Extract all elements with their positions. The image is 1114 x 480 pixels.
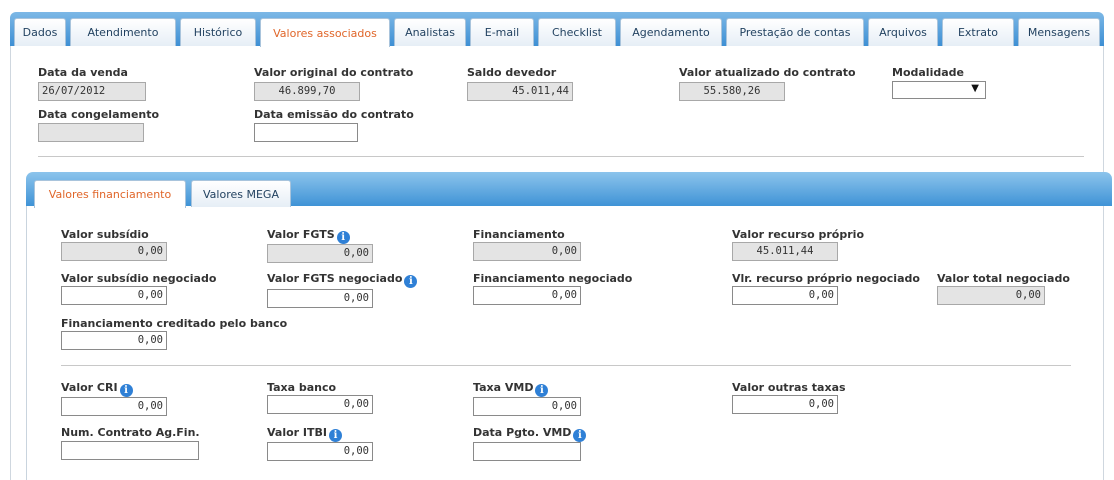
- valor-outras-taxas-input[interactable]: 0,00: [732, 395, 838, 414]
- valor-original-field: 46.899,70: [254, 82, 360, 101]
- tab-prestacao-de-contas[interactable]: Prestação de contas: [726, 18, 864, 46]
- valor-fgts-label-text: Valor FGTS: [267, 228, 335, 241]
- data-pgto-vmd-label: Data Pgto. VMD i: [473, 426, 587, 442]
- subtab-valores-financiamento[interactable]: Valores financiamento: [34, 180, 186, 208]
- tab-agendamento[interactable]: Agendamento: [620, 18, 722, 46]
- financiamento-negociado-input[interactable]: 0,00: [473, 286, 581, 305]
- financiamento-divider: [61, 365, 1071, 366]
- valor-fgts-negociado-input[interactable]: 0,00: [267, 289, 373, 308]
- num-contrato-label: Num. Contrato Ag.Fin.: [61, 426, 200, 439]
- valor-subsidio-field: 0,00: [61, 242, 167, 261]
- data-congelamento-field: [38, 123, 144, 142]
- num-contrato-input[interactable]: [61, 441, 199, 460]
- data-pgto-vmd-label-text: Data Pgto. VMD: [473, 426, 572, 439]
- financiamento-label: Financiamento: [473, 228, 565, 241]
- info-circle-icon[interactable]: i: [329, 429, 342, 442]
- data-venda-label: Data da venda: [38, 66, 128, 79]
- data-emissao-input[interactable]: [254, 123, 358, 142]
- subtab-valores-mega[interactable]: Valores MEGA: [191, 180, 291, 207]
- modalidade-select[interactable]: ▼: [892, 81, 986, 99]
- info-circle-icon[interactable]: i: [535, 384, 549, 397]
- valor-total-negociado-label: Valor total negociado: [937, 272, 1070, 285]
- saldo-devedor-field: 45.011,44: [467, 82, 573, 101]
- info-circle-icon[interactable]: i: [119, 384, 133, 397]
- valor-subsidio-negociado-label: Valor subsídio negociado: [61, 272, 217, 285]
- info-circle-icon[interactable]: i: [336, 231, 350, 244]
- valor-itbi-input[interactable]: 0,00: [267, 442, 373, 461]
- tab-historico[interactable]: Histórico: [180, 18, 256, 46]
- tab-checklist[interactable]: Checklist: [538, 18, 616, 46]
- tab-analistas[interactable]: Analistas: [394, 18, 466, 46]
- data-venda-field: 26/07/2012: [38, 82, 146, 101]
- saldo-devedor-label: Saldo devedor: [467, 66, 557, 79]
- tab-mensagens[interactable]: Mensagens: [1018, 18, 1100, 46]
- tab-atendimento[interactable]: Atendimento: [70, 18, 176, 46]
- taxa-vmd-input[interactable]: 0,00: [473, 397, 581, 416]
- triangle-down-icon: ▼: [971, 83, 979, 94]
- sub-tab-bar: [26, 172, 1112, 206]
- valor-fgts-field: 0,00: [267, 244, 373, 263]
- valor-fgts-negociado-label-text: Valor FGTS negociado: [267, 272, 403, 285]
- tab-valores-associados[interactable]: Valores associados: [260, 18, 390, 47]
- taxa-banco-input[interactable]: 0,00: [267, 395, 373, 414]
- valor-atualizado-field: 55.580,26: [679, 82, 785, 101]
- valor-subsidio-label: Valor subsídio: [61, 228, 149, 241]
- financiamento-negociado-label: Financiamento negociado: [473, 272, 633, 285]
- taxa-banco-label: Taxa banco: [267, 381, 337, 394]
- valor-itbi-label: Valor ITBI i: [267, 426, 342, 442]
- taxa-vmd-label: Taxa VMD i: [473, 381, 549, 397]
- tab-dados[interactable]: Dados: [14, 18, 66, 46]
- valor-outras-taxas-label: Valor outras taxas: [732, 381, 846, 394]
- valor-recurso-proprio-field: 45.011,44: [732, 242, 838, 261]
- valor-cri-label: Valor CRI i: [61, 381, 133, 397]
- valor-fgts-label: Valor FGTS i: [267, 228, 350, 244]
- valor-recurso-proprio-label: Valor recurso próprio: [732, 228, 864, 241]
- valor-cri-input[interactable]: 0,00: [61, 397, 167, 416]
- valor-fgts-negociado-label: Valor FGTS negociado i: [267, 272, 418, 288]
- tab-email[interactable]: E-mail: [470, 18, 534, 46]
- valor-total-negociado-field: 0,00: [937, 286, 1045, 305]
- data-congelamento-label: Data congelamento: [38, 108, 160, 121]
- financiamento-creditado-label: Financiamento creditado pelo banco: [61, 317, 288, 330]
- vlr-recurso-proprio-negociado-input[interactable]: 0,00: [732, 286, 838, 305]
- info-circle-icon[interactable]: i: [573, 429, 587, 442]
- data-emissao-label: Data emissão do contrato: [254, 108, 414, 121]
- header-divider: [38, 156, 1084, 157]
- data-pgto-vmd-input[interactable]: [473, 442, 581, 461]
- valor-original-label: Valor original do contrato: [254, 66, 414, 79]
- valor-subsidio-negociado-input[interactable]: 0,00: [61, 286, 167, 305]
- valor-cri-label-text: Valor CRI: [61, 381, 118, 394]
- info-circle-icon[interactable]: i: [404, 275, 418, 288]
- financiamento-creditado-input[interactable]: 0,00: [61, 331, 167, 350]
- taxa-vmd-label-text: Taxa VMD: [473, 381, 534, 394]
- tab-extrato[interactable]: Extrato: [942, 18, 1014, 46]
- valor-atualizado-label: Valor atualizado do contrato: [679, 66, 856, 79]
- valor-itbi-label-text: Valor ITBI: [267, 426, 327, 439]
- vlr-recurso-proprio-negociado-label: Vlr. recurso próprio negociado: [732, 272, 920, 285]
- financiamento-field: 0,00: [473, 242, 581, 261]
- modalidade-label: Modalidade: [892, 66, 964, 79]
- tab-arquivos[interactable]: Arquivos: [868, 18, 938, 46]
